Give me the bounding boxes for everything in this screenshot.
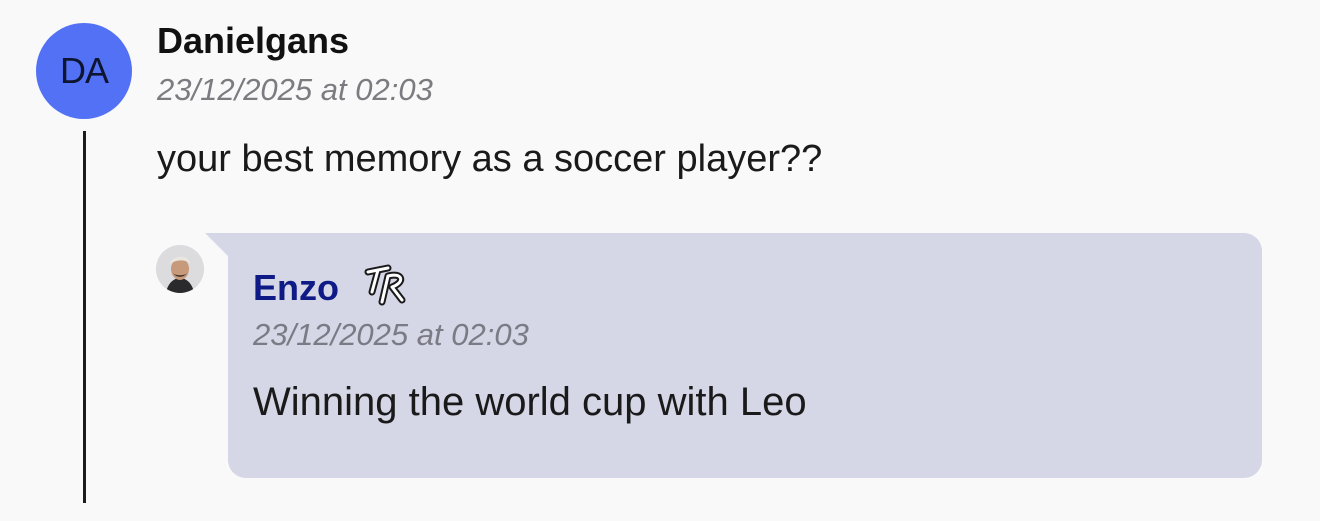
- author-avatar[interactable]: DA: [36, 23, 132, 119]
- thread-line: [83, 131, 86, 503]
- bubble-tail: [205, 233, 229, 257]
- reply-timestamp: 23/12/2025 at 02:03: [253, 317, 529, 352]
- profile-photo-icon: [156, 245, 204, 293]
- post-author-name[interactable]: Danielgans: [157, 20, 349, 62]
- avatar-initials: DA: [59, 50, 109, 91]
- post-timestamp: 23/12/2025 at 02:03: [157, 72, 433, 107]
- tr-badge-icon: [362, 262, 414, 308]
- comment-thread: DA Danielgans 23/12/2025 at 02:03 your b…: [0, 0, 1320, 521]
- reply-author-name[interactable]: Enzo: [253, 267, 339, 309]
- reply-avatar[interactable]: [156, 245, 204, 293]
- reply-message: Winning the world cup with Leo: [253, 380, 807, 424]
- post-message: your best memory as a soccer player??: [157, 138, 823, 180]
